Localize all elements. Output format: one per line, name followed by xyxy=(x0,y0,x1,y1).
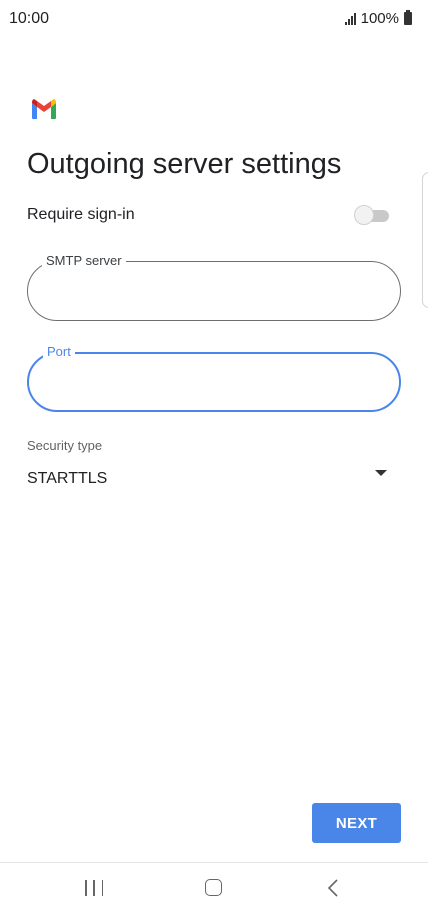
back-icon[interactable] xyxy=(326,879,342,897)
status-bar: 10:00 100% xyxy=(0,0,428,38)
port-label: Port xyxy=(43,344,75,360)
recents-icon[interactable] xyxy=(85,880,103,896)
home-icon[interactable] xyxy=(205,879,222,896)
toggle-thumb xyxy=(354,205,374,225)
page-title: Outgoing server settings xyxy=(27,148,342,180)
security-type-dropdown[interactable]: STARTTLS xyxy=(27,464,393,494)
signal-icon xyxy=(344,12,356,25)
edge-panel-handle[interactable] xyxy=(422,172,428,308)
require-signin-toggle[interactable] xyxy=(354,205,390,225)
smtp-server-input[interactable] xyxy=(48,278,380,304)
screen: 10:00 100% Outgoing server settings Requ… xyxy=(0,0,428,917)
port-field[interactable]: Port xyxy=(27,344,401,412)
dropdown-arrow-icon xyxy=(375,470,387,476)
security-type-value: STARTTLS xyxy=(27,470,108,487)
require-signin-label: Require sign-in xyxy=(27,206,135,223)
security-type-label: Security type xyxy=(27,438,103,453)
battery-percentage: 100% xyxy=(360,10,399,27)
status-indicators: 100% xyxy=(344,10,412,27)
smtp-server-field[interactable]: SMTP server xyxy=(27,253,401,321)
smtp-server-label: SMTP server xyxy=(42,253,126,269)
gmail-logo-icon xyxy=(32,99,56,119)
battery-icon xyxy=(404,10,412,25)
navigation-bar xyxy=(0,862,428,917)
status-time: 10:00 xyxy=(9,10,50,27)
port-input[interactable] xyxy=(49,370,379,396)
next-button[interactable]: NEXT xyxy=(312,803,401,843)
